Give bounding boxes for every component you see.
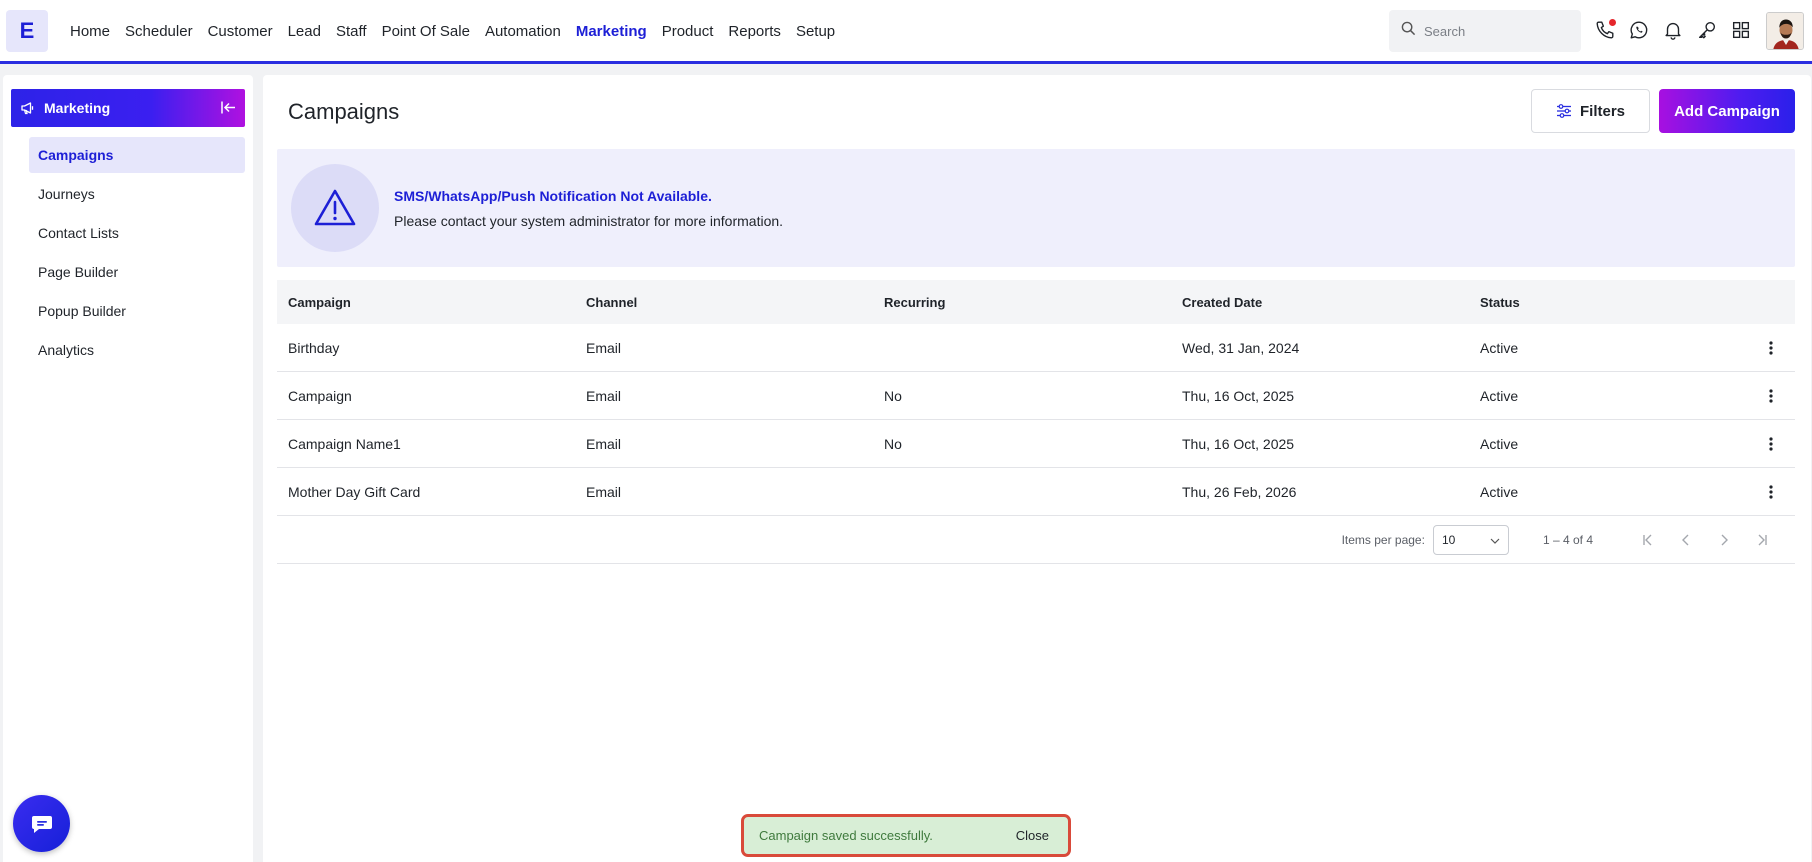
search-input[interactable]: [1424, 23, 1574, 39]
sidebar-menu: Campaigns Journeys Contact Lists Page Bu…: [29, 137, 245, 371]
alert-title: SMS/WhatsApp/Push Notification Not Avail…: [394, 188, 712, 204]
nav-home[interactable]: Home: [70, 23, 110, 40]
cell-campaign: Mother Day Gift Card: [288, 483, 421, 500]
warning-icon: [291, 164, 379, 252]
cell-status: Active: [1480, 435, 1519, 452]
user-avatar[interactable]: [1766, 12, 1804, 50]
sidebar-title: Marketing: [44, 100, 111, 116]
nav-staff[interactable]: Staff: [336, 23, 367, 40]
cell-channel: Email: [586, 339, 622, 356]
logo-letter: E: [19, 18, 35, 43]
main-panel: Campaigns Filters Add Campaign SMS/Whats…: [263, 75, 1811, 862]
nav-customer[interactable]: Customer: [208, 23, 273, 40]
next-page-icon[interactable]: [1705, 534, 1743, 546]
chat-icon: [30, 813, 54, 835]
column-header-channel[interactable]: Channel: [575, 295, 873, 310]
nav-scheduler[interactable]: Scheduler: [125, 23, 193, 40]
table-row[interactable]: Birthday Email Wed, 31 Jan, 2024 Active: [277, 324, 1795, 372]
sidebar-item-analytics[interactable]: Analytics: [29, 332, 245, 368]
column-header-status[interactable]: Status: [1469, 295, 1747, 310]
chat-button[interactable]: [13, 795, 70, 852]
cell-campaign: Campaign: [288, 387, 352, 404]
top-icon-bar: [1594, 19, 1752, 41]
cell-created-date: Thu, 26 Feb, 2026: [1182, 483, 1297, 500]
previous-page-icon[interactable]: [1667, 534, 1705, 546]
toast-close-button[interactable]: Close: [1016, 828, 1049, 843]
cell-status: Active: [1480, 483, 1519, 500]
sidebar-item-contact-lists[interactable]: Contact Lists: [29, 215, 245, 251]
sidebar-item-journeys[interactable]: Journeys: [29, 176, 245, 212]
megaphone-icon: [20, 100, 36, 116]
nav-setup[interactable]: Setup: [796, 23, 835, 40]
column-header-campaign[interactable]: Campaign: [277, 295, 575, 310]
more-vertical-icon[interactable]: [1747, 484, 1795, 499]
sidebar: Marketing Campaigns Journeys Contact Lis…: [3, 75, 253, 862]
pagination: Items per page: 10 1 – 4 of 4: [277, 516, 1795, 564]
collapse-sidebar-icon[interactable]: [220, 99, 237, 119]
items-per-page-label: Items per page:: [1341, 532, 1425, 547]
items-per-page-value: 10: [1441, 532, 1456, 547]
filters-button[interactable]: Filters: [1531, 89, 1650, 133]
table-row[interactable]: Campaign Name1 Email No Thu, 16 Oct, 202…: [277, 420, 1795, 468]
campaigns-table: Campaign Channel Recurring Created Date …: [277, 280, 1795, 564]
table-header: Campaign Channel Recurring Created Date …: [277, 280, 1795, 324]
nav-reports[interactable]: Reports: [728, 23, 781, 40]
cell-campaign: Birthday: [288, 339, 340, 356]
cell-status: Active: [1480, 387, 1519, 404]
notification-alert: SMS/WhatsApp/Push Notification Not Avail…: [277, 149, 1795, 267]
bell-icon[interactable]: [1662, 19, 1684, 41]
column-header-recurring[interactable]: Recurring: [873, 295, 1171, 310]
pagination-range: 1 – 4 of 4: [1542, 532, 1593, 547]
whatsapp-icon[interactable]: [1628, 19, 1650, 41]
last-page-icon[interactable]: [1743, 534, 1781, 546]
sidebar-item-page-builder[interactable]: Page Builder: [29, 254, 245, 290]
nav-automation[interactable]: Automation: [485, 23, 561, 40]
nav-product[interactable]: Product: [662, 23, 714, 40]
table-row[interactable]: Mother Day Gift Card Email Thu, 26 Feb, …: [277, 468, 1795, 516]
cell-channel: Email: [586, 387, 622, 404]
more-vertical-icon[interactable]: [1747, 388, 1795, 403]
sliders-icon: [1556, 103, 1572, 119]
first-page-icon[interactable]: [1629, 534, 1667, 546]
filters-label: Filters: [1579, 102, 1625, 120]
page-title: Campaigns: [288, 99, 400, 124]
sidebar-item-campaigns[interactable]: Campaigns: [29, 137, 245, 173]
cell-created-date: Wed, 31 Jan, 2024: [1182, 339, 1300, 356]
table-row[interactable]: Campaign Email No Thu, 16 Oct, 2025 Acti…: [277, 372, 1795, 420]
add-campaign-button[interactable]: Add Campaign: [1659, 89, 1795, 133]
success-toast: Campaign saved successfully. Close: [741, 814, 1071, 857]
phone-icon[interactable]: [1594, 19, 1616, 41]
cell-channel: Email: [586, 483, 622, 500]
cell-recurring: No: [884, 387, 902, 404]
top-navbar: E Home Scheduler Customer Lead Staff Poi…: [0, 0, 1812, 64]
cell-recurring: No: [884, 435, 902, 452]
more-vertical-icon[interactable]: [1747, 436, 1795, 451]
apps-grid-icon[interactable]: [1730, 19, 1752, 41]
nav-point-of-sale[interactable]: Point Of Sale: [382, 23, 470, 40]
cell-campaign: Campaign Name1: [288, 435, 401, 452]
cell-status: Active: [1480, 339, 1519, 356]
more-vertical-icon[interactable]: [1747, 340, 1795, 355]
app-logo[interactable]: E: [6, 10, 48, 52]
nav-marketing[interactable]: Marketing: [576, 23, 647, 40]
main-nav: Home Scheduler Customer Lead Staff Point…: [70, 0, 850, 62]
notification-dot: [1609, 19, 1616, 26]
nav-lead[interactable]: Lead: [288, 23, 321, 40]
column-header-created-date[interactable]: Created Date: [1171, 295, 1469, 310]
key-icon[interactable]: [1696, 19, 1718, 41]
chevron-down-icon: [1490, 533, 1500, 547]
cell-created-date: Thu, 16 Oct, 2025: [1182, 435, 1295, 452]
alert-text: Please contact your system administrator…: [394, 213, 784, 229]
sidebar-item-popup-builder[interactable]: Popup Builder: [29, 293, 245, 329]
search-icon: [1401, 21, 1416, 41]
search-box[interactable]: [1389, 10, 1581, 52]
cell-created-date: Thu, 16 Oct, 2025: [1182, 387, 1295, 404]
sidebar-header: Marketing: [11, 89, 245, 127]
toast-message: Campaign saved successfully.: [759, 828, 933, 843]
items-per-page-select[interactable]: 10: [1432, 524, 1509, 555]
cell-channel: Email: [586, 435, 622, 452]
